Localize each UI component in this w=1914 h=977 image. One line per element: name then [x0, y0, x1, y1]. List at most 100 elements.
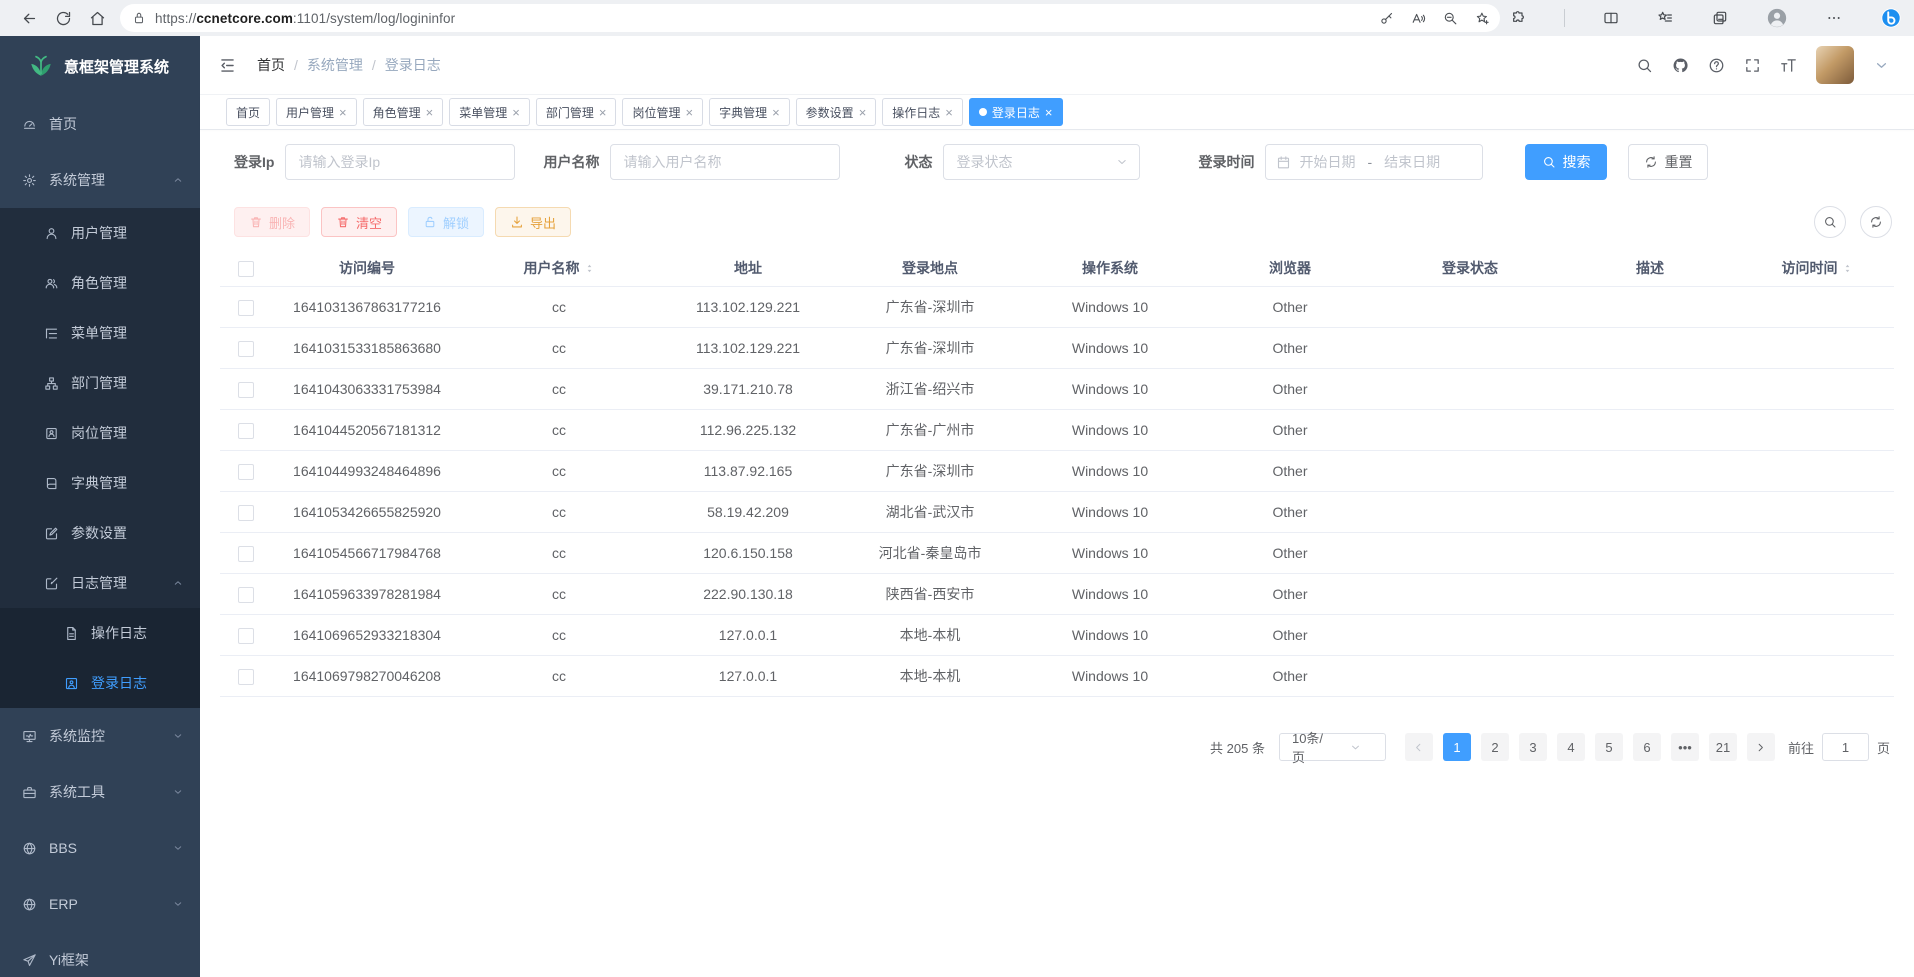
tab-close-icon[interactable]: ×: [339, 106, 347, 119]
tab-menu-mgmt[interactable]: 菜单管理×: [449, 98, 530, 126]
page-button-3[interactable]: 3: [1519, 733, 1547, 761]
tab-param-settings[interactable]: 参数设置×: [796, 98, 877, 126]
address-bar[interactable]: https://ccnetcore.com:1101/system/log/lo…: [120, 4, 1500, 32]
browser-profile-icon[interactable]: [1766, 7, 1788, 29]
sidebar-item-log-mgmt[interactable]: 日志管理: [0, 558, 200, 608]
split-screen-icon[interactable]: [1603, 10, 1619, 26]
sidebar-item-post-mgmt[interactable]: 岗位管理: [0, 408, 200, 458]
browser-home-button[interactable]: [80, 4, 114, 32]
tab-dept-mgmt[interactable]: 部门管理×: [536, 98, 617, 126]
page-button-5[interactable]: 5: [1595, 733, 1623, 761]
more-menu-icon[interactable]: [1826, 10, 1842, 26]
sidebar-item-dept-mgmt[interactable]: 部门管理: [0, 358, 200, 408]
breadcrumb-item[interactable]: 首页: [257, 55, 285, 75]
back-icon: [21, 10, 38, 27]
row-checkbox[interactable]: [238, 300, 254, 316]
toggle-search-button[interactable]: [1814, 206, 1846, 238]
username-input[interactable]: [610, 144, 840, 180]
row-checkbox[interactable]: [238, 669, 254, 685]
tab-close-icon[interactable]: ×: [512, 106, 520, 119]
zoom-out-icon[interactable]: [1443, 11, 1458, 26]
search-button[interactable]: 搜索: [1525, 144, 1607, 180]
sidebar-item-system-monitor[interactable]: 系统监控: [0, 708, 200, 764]
tab-login-log[interactable]: 登录日志×: [969, 98, 1063, 126]
github-icon[interactable]: [1672, 57, 1689, 74]
date-range-picker[interactable]: 开始日期 - 结束日期: [1265, 144, 1483, 180]
tab-close-icon[interactable]: ×: [772, 106, 780, 119]
browser-back-button[interactable]: [12, 4, 46, 32]
password-icon[interactable]: [1379, 11, 1394, 26]
sidebar-item-home[interactable]: 首页: [0, 96, 200, 152]
pager-more-button[interactable]: •••: [1671, 733, 1699, 761]
tab-close-icon[interactable]: ×: [685, 106, 693, 119]
reset-button[interactable]: 重置: [1628, 144, 1708, 180]
next-page-button[interactable]: [1747, 733, 1775, 761]
row-checkbox[interactable]: [238, 587, 254, 603]
tab-role-mgmt[interactable]: 角色管理×: [363, 98, 444, 126]
extensions-icon[interactable]: [1510, 10, 1526, 26]
row-checkbox[interactable]: [238, 505, 254, 521]
tab-close-icon[interactable]: ×: [859, 106, 867, 119]
login-ip-input[interactable]: [285, 144, 515, 180]
tab-home[interactable]: 首页: [226, 98, 270, 126]
sidebar-item-menu-mgmt[interactable]: 菜单管理: [0, 308, 200, 358]
read-aloud-icon[interactable]: [1411, 11, 1426, 26]
page-button-4[interactable]: 4: [1557, 733, 1585, 761]
collections-icon[interactable]: [1712, 10, 1728, 26]
font-size-icon[interactable]: [1780, 57, 1797, 74]
tab-dict-mgmt[interactable]: 字典管理×: [709, 98, 790, 126]
refresh-table-button[interactable]: [1860, 206, 1892, 238]
export-button[interactable]: 导出: [495, 207, 571, 237]
page-button-1[interactable]: 1: [1443, 733, 1471, 761]
page-button-2[interactable]: 2: [1481, 733, 1509, 761]
user-avatar[interactable]: [1816, 46, 1854, 84]
delete-button[interactable]: 删除: [234, 207, 310, 237]
sidebar-item-role-mgmt[interactable]: 角色管理: [0, 258, 200, 308]
goto-page-input[interactable]: [1822, 733, 1869, 761]
chevron-down-icon[interactable]: [1873, 57, 1890, 74]
page-size-select[interactable]: 10条/页: [1279, 733, 1386, 761]
add-favorite-icon[interactable]: [1475, 11, 1490, 26]
clear-button[interactable]: 清空: [321, 207, 397, 237]
sidebar-item-login-log[interactable]: 登录日志: [0, 658, 200, 708]
row-checkbox[interactable]: [238, 341, 254, 357]
end-date-field[interactable]: 结束日期: [1384, 152, 1440, 172]
help-icon[interactable]: [1708, 57, 1725, 74]
sidebar-item-erp[interactable]: ERP: [0, 876, 200, 932]
sidebar-item-bbs[interactable]: BBS: [0, 820, 200, 876]
row-checkbox[interactable]: [238, 382, 254, 398]
tab-user-mgmt[interactable]: 用户管理×: [276, 98, 357, 126]
row-checkbox[interactable]: [238, 546, 254, 562]
row-checkbox[interactable]: [238, 423, 254, 439]
unlock-button[interactable]: 解锁: [408, 207, 484, 237]
col-time[interactable]: 访问时间: [1740, 250, 1894, 287]
sidebar-collapse-icon[interactable]: [218, 56, 237, 75]
search-icon[interactable]: [1636, 57, 1653, 74]
sidebar-item-dict-mgmt[interactable]: 字典管理: [0, 458, 200, 508]
row-checkbox[interactable]: [238, 628, 254, 644]
tab-operation-log[interactable]: 操作日志×: [882, 98, 963, 126]
row-checkbox[interactable]: [238, 464, 254, 480]
col-user[interactable]: 用户名称: [462, 250, 656, 287]
start-date-field[interactable]: 开始日期: [1299, 152, 1355, 172]
favorites-icon[interactable]: [1657, 10, 1673, 26]
sidebar-item-system-mgmt[interactable]: 系统管理: [0, 152, 200, 208]
tab-close-icon[interactable]: ×: [945, 106, 953, 119]
page-button-21[interactable]: 21: [1709, 733, 1737, 761]
tab-post-mgmt[interactable]: 岗位管理×: [622, 98, 703, 126]
sidebar-item-system-tools[interactable]: 系统工具: [0, 764, 200, 820]
sidebar-item-user-mgmt[interactable]: 用户管理: [0, 208, 200, 258]
select-all-checkbox[interactable]: [238, 261, 254, 277]
fullscreen-icon[interactable]: [1744, 57, 1761, 74]
tab-close-icon[interactable]: ×: [599, 106, 607, 119]
browser-refresh-button[interactable]: [46, 4, 80, 32]
prev-page-button[interactable]: [1405, 733, 1433, 761]
sidebar-item-operation-log[interactable]: 操作日志: [0, 608, 200, 658]
status-select[interactable]: 登录状态: [943, 144, 1140, 180]
sidebar-item-yi-framework[interactable]: Yi框架: [0, 932, 200, 977]
tab-close-icon[interactable]: ×: [426, 106, 434, 119]
page-button-6[interactable]: 6: [1633, 733, 1661, 761]
tab-close-icon[interactable]: ×: [1045, 106, 1053, 119]
copilot-icon[interactable]: [1880, 7, 1902, 29]
sidebar-item-param-settings[interactable]: 参数设置: [0, 508, 200, 558]
